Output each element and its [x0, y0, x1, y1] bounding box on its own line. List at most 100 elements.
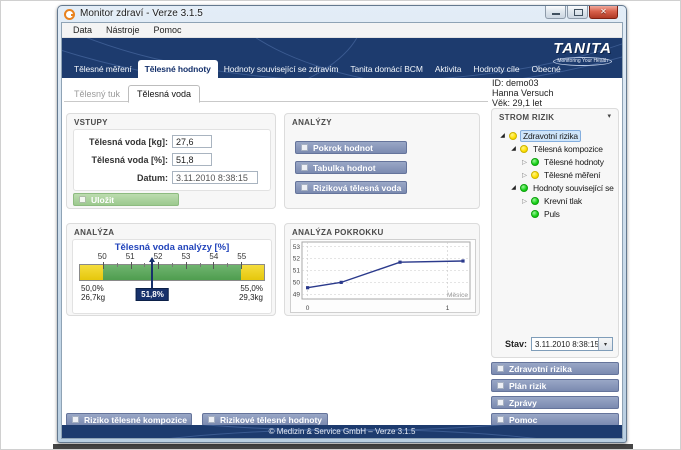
tree-expander-icon[interactable]: ◢: [510, 145, 517, 152]
tree-node-label: Tělesná kompozice: [531, 144, 605, 154]
svg-text:49: 49: [293, 291, 301, 298]
button-icon: [301, 144, 308, 151]
close-button[interactable]: [589, 6, 618, 19]
app-window: Monitor zdraví - Verze 3.1.5 DataNástroj…: [57, 5, 627, 443]
risk-tree-panel-title: STROM RIZIK: [499, 113, 554, 122]
tree-expander-icon[interactable]: ▷: [521, 171, 528, 179]
tab-aktivita[interactable]: Aktivita: [429, 61, 468, 78]
svg-text:1: 1: [446, 305, 450, 312]
inputs-panel-body: Tělesná voda [kg]: Tělesná voda [%]: Dat…: [73, 129, 271, 191]
button-icon: [497, 365, 504, 372]
status-row: Stav: 3.11.2010 8:38:15 ▾: [498, 337, 613, 351]
plan-rizik-button[interactable]: Plán rizik: [491, 379, 619, 392]
gauge-tick-label: 54: [209, 252, 218, 261]
tree-node-telesne-hodnoty[interactable]: ▷Tělesné hodnoty: [495, 155, 616, 168]
water-pct-label: Tělesná voda [%]:: [80, 155, 168, 165]
save-button[interactable]: Uložit: [73, 193, 179, 206]
subtab-telesna-voda[interactable]: Tělesná voda: [128, 85, 200, 103]
gauge-tick-mark: [213, 262, 214, 269]
tree-node-label: Krevní tlak: [542, 196, 584, 206]
pomoc-label: Pomoc: [509, 415, 537, 425]
gauge-value-badge: 51,8%: [136, 288, 169, 301]
svg-text:0: 0: [306, 305, 310, 312]
progress-panel: ANALÝZA POKROKKU 495051525301Měsíce: [284, 223, 480, 316]
tree-node-telesne-mereni[interactable]: ▷Tělesné měření: [495, 168, 616, 181]
gauge-needle: [151, 261, 153, 288]
tree-expander-icon[interactable]: ◢: [510, 184, 517, 191]
tab-hodnoty-cile[interactable]: Hodnoty cíle: [467, 61, 525, 78]
tree-expander-icon[interactable]: ▷: [521, 197, 528, 205]
button-icon: [497, 399, 504, 406]
menu-item-nastroje[interactable]: Nástroje: [99, 25, 147, 35]
chevron-down-icon[interactable]: ▾: [598, 338, 612, 350]
pokrok-hodnot-button[interactable]: Pokrok hodnot: [295, 141, 407, 154]
tree-expander-icon[interactable]: ▷: [521, 158, 528, 166]
tree-expander-icon[interactable]: ◢: [499, 132, 506, 139]
gauge-panel: ANALÝZA Tělesná voda analýzy [%] 5051525…: [66, 223, 276, 316]
tanita-logo-text: TANITA: [553, 42, 612, 56]
gauge-minor-tick: [117, 263, 118, 267]
gauge-minor-tick: [200, 263, 201, 267]
zdravotni-rizika-label: Zdravotní rizika: [509, 364, 572, 374]
gauge-tick-label: 53: [181, 252, 190, 261]
button-icon: [208, 416, 215, 423]
analyses-buttons: Pokrok hodnot Tabulka hodnot Riziková těle…: [295, 141, 407, 194]
menu-item-pomoc[interactable]: Pomoc: [147, 25, 189, 35]
zdravotni-rizika-button[interactable]: Zdravotní rizika: [491, 362, 619, 375]
gauge-right-weight: 29,3kg: [239, 293, 263, 302]
analyses-panel-title: ANALÝZY: [292, 118, 332, 127]
tree-node-puls[interactable]: Puls: [495, 207, 616, 220]
green-status-dot: [531, 197, 539, 205]
pokrok-hodnot-label: Pokrok hodnot: [313, 143, 373, 153]
gauge-body: Tělesná voda analýzy [%] 505152535455 51…: [72, 239, 272, 314]
tabulka-hodnot-label: Tabulka hodnot: [313, 163, 376, 173]
minimize-button[interactable]: [545, 6, 566, 19]
gauge-left-weight: 26,7kg: [81, 293, 105, 302]
green-status-dot: [531, 210, 539, 218]
progress-line-chart: 495051525301Měsíce: [290, 239, 476, 313]
patient-name: Hanna Versuch: [492, 88, 554, 98]
rizikova-telesna-voda-label: Riziková tělesná voda: [313, 183, 401, 193]
tree-node-krevni-tlak[interactable]: ▷ Krevní tlak: [495, 194, 616, 207]
date-input[interactable]: [172, 171, 258, 184]
zpravy-button[interactable]: Zprávy: [491, 396, 619, 409]
gauge-minor-tick: [227, 263, 228, 267]
rizikova-telesna-voda-button[interactable]: Riziková tělesná voda: [295, 181, 407, 194]
menu-bar: DataNástrojePomoc: [62, 23, 622, 38]
maximize-button[interactable]: [567, 6, 588, 19]
patient-info: ID: demo03 Hanna Versuch Věk: 29,1 let: [492, 78, 554, 108]
green-status-dot: [531, 158, 539, 166]
gauge-minor-tick: [144, 263, 145, 267]
tab-telesne-mereni[interactable]: Tělesné měření: [68, 61, 138, 78]
footer-bar: © Medizin & Service GmbH – Verze 3.1.5: [62, 425, 622, 438]
svg-text:51: 51: [293, 268, 301, 275]
tabulka-hodnot-button[interactable]: Tabulka hodnot: [295, 161, 407, 174]
tab-tanita-domaci-bcm[interactable]: Tanita domácí BCM: [344, 61, 428, 78]
sub-tab-bar: Tělesný tukTělesná voda: [66, 84, 200, 102]
svg-text:53: 53: [293, 244, 301, 251]
risk-tree: ◢Zdravotní rizika◢Tělesná kompozice▷Těle…: [495, 129, 616, 220]
tab-obecne[interactable]: Obecné: [525, 61, 566, 78]
title-bar[interactable]: Monitor zdraví - Verze 3.1.5: [58, 6, 626, 22]
water-pct-input[interactable]: [172, 153, 212, 166]
collapse-panel-icon[interactable]: ▾: [607, 112, 611, 120]
tree-node-zdravotni-rizika[interactable]: ◢Zdravotní rizika: [495, 129, 616, 142]
tab-telesne-hodnoty[interactable]: Tělesné hodnoty: [138, 60, 218, 78]
tree-node-telesna-kompozice[interactable]: ◢ Tělesná kompozice: [495, 142, 616, 155]
gauge-scale: 505152535455: [79, 252, 265, 261]
progress-panel-title: ANALÝZA POKROKKU: [292, 228, 384, 237]
riziko-telesne-kompozice-label: Riziko tělesné kompozice: [84, 415, 187, 425]
tree-node-label: Hodnoty související se zdravím: [531, 183, 616, 193]
green-status-dot: [520, 184, 528, 192]
menu-item-data[interactable]: Data: [66, 25, 99, 35]
tree-node-hodnoty-souvisejici-se-zdravim[interactable]: ◢ Hodnoty související se zdravím: [495, 181, 616, 194]
subtab-telesny-tuk[interactable]: Tělesný tuk: [66, 86, 128, 102]
button-icon: [497, 416, 504, 423]
save-button-label: Uložit: [91, 195, 114, 205]
yellow-status-dot: [531, 171, 539, 179]
gauge-right-percent: 55,0%: [239, 284, 263, 293]
water-kg-input[interactable]: [172, 135, 212, 148]
button-icon: [301, 164, 308, 171]
tab-hodnoty-souvisejici-se-zdravim[interactable]: Hodnoty související se zdravím: [218, 61, 345, 78]
status-dropdown[interactable]: 3.11.2010 8:38:15 ▾: [531, 337, 613, 351]
